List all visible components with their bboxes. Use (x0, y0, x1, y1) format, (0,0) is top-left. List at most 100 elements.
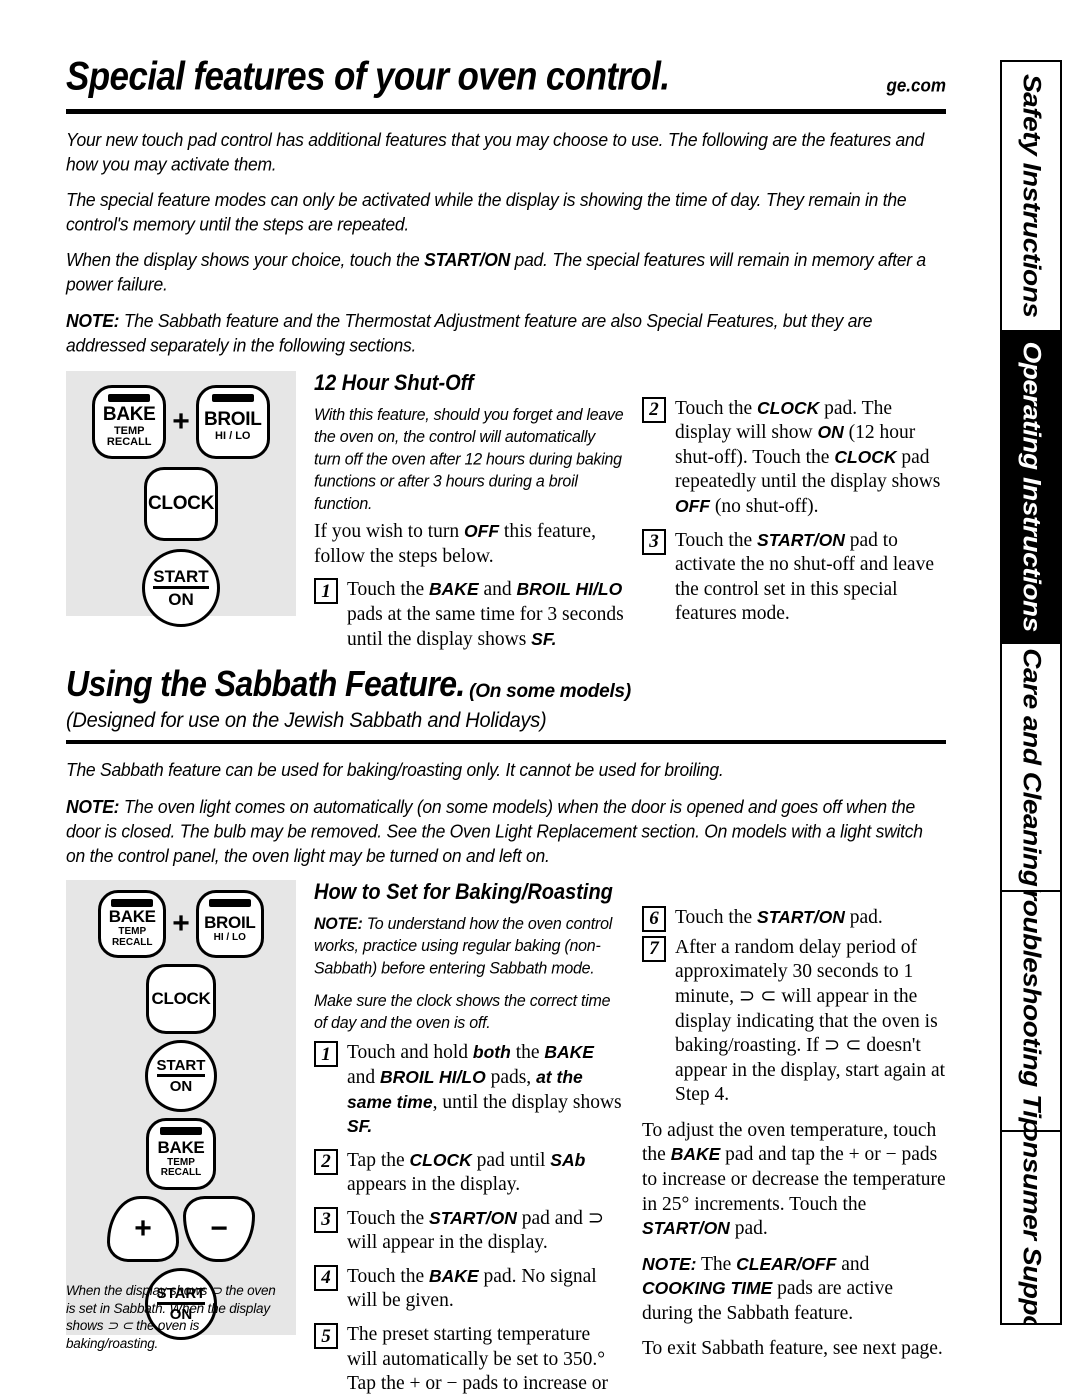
clock-key[interactable]: CLOCK (144, 466, 218, 541)
s6-t2: pad. (844, 906, 883, 928)
shutoff-right-column: 2 Touch the CLOCK pad. The display will … (642, 371, 947, 652)
adj-c: pad. (729, 1218, 768, 1240)
start-on-key[interactable]: START ON (142, 548, 220, 627)
start-on-key[interactable]: START ON (145, 1039, 217, 1112)
bake-key-label: BAKE (102, 403, 156, 425)
sidebar-tab-care-and-cleaning[interactable]: Care and Cleaning (1000, 642, 1062, 890)
plus-icon: + (134, 1211, 152, 1245)
broil-key-sublabel: HI / LO (215, 430, 251, 443)
sabbath-step-1: 1 Touch and hold both the BAKE and BROIL… (314, 1041, 624, 1139)
clock-key[interactable]: CLOCK (146, 963, 216, 1034)
broil-key-label: BROIL (204, 912, 256, 932)
s1-broil: BROIL HI/LO (380, 1066, 486, 1087)
start-key-label: START (153, 568, 209, 589)
bake-indicator-icon (111, 898, 154, 907)
sidebar-tab-troubleshooting-tips[interactable]: Troubleshooting Tips (1000, 890, 1062, 1130)
broil-key-label: BROIL (203, 409, 262, 431)
start-key-label: START (156, 1058, 206, 1077)
step2-off: OFF (675, 496, 710, 516)
sidebar-tab-label: Operating Instructions (1017, 341, 1046, 633)
sabbath-note-2: NOTE: The CLEAR/OFF and COOKING TIME pad… (642, 1253, 947, 1327)
s2-t0: Tap the (347, 1149, 410, 1171)
sabbath-step-5: 5 The preset starting temperature will a… (314, 1323, 624, 1397)
sidebar-tab-operating-instructions[interactable]: Operating Instructions (1000, 330, 1062, 642)
sabbath-header: Using the Sabbath Feature. (On some mode… (66, 663, 946, 733)
oven-control-panel-graphic-2: BAKE TEMP RECALL + BROIL HI / LO CLOCK S… (66, 879, 296, 1340)
panel2-row-bake-broil: BAKE TEMP RECALL + BROIL HI / LO (66, 889, 296, 958)
note-label: NOTE: (66, 309, 120, 331)
sabbath-display-footnote: When the display shows ⊃ the oven is set… (66, 1283, 276, 1351)
step2-on: ON (817, 422, 844, 443)
step-number: 3 (314, 1206, 338, 1233)
how-to-set-note: NOTE: To understand how the oven control… (314, 913, 624, 980)
s3-start: START/ON (429, 1207, 517, 1228)
panel2-row-clock: CLOCK (66, 963, 296, 1034)
step-text: Touch the START/ON pad and ⊃ will appear… (347, 1207, 624, 1256)
step-text: Tap the CLOCK pad until SAb appears in t… (347, 1149, 624, 1198)
sabbath-title-qualifier: (On some models) (469, 681, 631, 703)
step-text: Touch the CLOCK pad. The display will sh… (675, 397, 947, 520)
s4-bake: BAKE (429, 1265, 479, 1286)
shutoff-step-3: 3 Touch the START/ON pad to activate the… (642, 528, 947, 627)
s2-clock: CLOCK (409, 1149, 472, 1170)
step1-bake: BAKE (429, 579, 479, 600)
sabbath-step-2: 2 Tap the CLOCK pad until SAb appears in… (314, 1148, 624, 1198)
step-number: 5 (314, 1323, 338, 1350)
plus-separator-icon: + (172, 906, 190, 940)
bake-key[interactable]: BAKE TEMP RECALL (98, 889, 167, 958)
note2-cooking-time: COOKING TIME (642, 1278, 773, 1299)
panel2-row-bake: BAKE TEMP RECALL (66, 1117, 296, 1190)
page-title: Special features of your oven control. (66, 54, 670, 99)
sabbath-right-column: 6 Touch the START/ON pad. 7 After a rand… (642, 880, 947, 1397)
note2-label: NOTE: (642, 1253, 697, 1274)
step1-sf: SF. (531, 628, 557, 649)
step-number: 2 (314, 1148, 338, 1175)
panel1-row-clock: CLOCK (66, 466, 296, 541)
shutoff-lead-off: OFF (464, 521, 500, 542)
sidebar-tab-consumer-support[interactable]: Consumer Support (1000, 1130, 1062, 1325)
s2-sab: SAb (550, 1149, 586, 1170)
sabbath-title: Using the Sabbath Feature. (66, 662, 465, 704)
broil-key[interactable]: BROIL HI / LO (195, 889, 264, 958)
panel2-row-plus-minus: + − (66, 1195, 296, 1262)
intro-p3-a: When the display shows your choice, touc… (66, 249, 425, 271)
sabbath-step-3: 3 Touch the START/ON pad and ⊃ will appe… (314, 1206, 624, 1256)
shutoff-step-1: 1 Touch the BAKE and BROIL HI/LO pads at… (314, 578, 624, 652)
step1-t4: pads at the same time for 3 seconds unti… (347, 603, 624, 650)
intro-paragraph-1: Your new touch pad control has additiona… (66, 129, 925, 175)
s1-t0: Touch and hold (347, 1042, 473, 1064)
shutoff-section: BAKE TEMP RECALL + BROIL HI / LO CLOCK S… (66, 370, 947, 652)
s6-start: START/ON (757, 906, 845, 927)
step-number: 2 (642, 396, 666, 423)
bake-key-sublabel: TEMP RECALL (160, 1156, 202, 1179)
intro-paragraph-3: When the display shows your choice, touc… (66, 248, 946, 297)
bake-key[interactable]: BAKE TEMP RECALL (92, 384, 167, 459)
sabbath-subtitle: (Designed for use on the Jewish Sabbath … (66, 709, 547, 733)
intro-paragraph-2: The special feature modes can only be ac… (66, 189, 907, 235)
step-number: 7 (642, 935, 666, 962)
broil-key-sublabel: HI / LO (213, 931, 246, 943)
section-tab-rail: Safety Instructions Operating Instructio… (1000, 60, 1062, 1325)
shutoff-middle-column: 12 Hour Shut-Off With this feature, shou… (314, 371, 624, 652)
bake-key-sublabel: TEMP RECALL (106, 424, 152, 449)
decrease-temperature-key[interactable]: − (183, 1195, 255, 1262)
panel1-row-start: START ON (66, 548, 296, 627)
increase-temperature-key[interactable]: + (107, 1195, 179, 1262)
bake-key-2[interactable]: BAKE TEMP RECALL (146, 1117, 216, 1190)
sabbath-step-6: 6 Touch the START/ON pad. (642, 905, 947, 932)
note2-b: and (836, 1253, 870, 1275)
sabbath-middle-column: How to Set for Baking/Roasting NOTE: To … (314, 880, 624, 1397)
broil-key[interactable]: BROIL HI / LO (195, 384, 270, 459)
shutoff-lead: If you wish to turn OFF this feature, fo… (314, 520, 624, 569)
bake-indicator-icon (160, 1126, 202, 1135)
s1-both: both (472, 1042, 511, 1063)
sabbath-step-4: 4 Touch the BAKE pad. No signal will be … (314, 1264, 624, 1314)
note2-clear-off: CLEAR/OFF (736, 1253, 837, 1274)
step-number: 1 (314, 1041, 338, 1068)
shutoff-heading: 12 Hour Shut-Off (314, 370, 474, 396)
step3-start: START/ON (757, 529, 845, 550)
clock-correct-time-note: Make sure the clock shows the correct ti… (314, 992, 611, 1033)
s1-t4: and (347, 1066, 381, 1088)
sidebar-tab-safety-instructions[interactable]: Safety Instructions (1000, 60, 1062, 330)
sabbath-divider (66, 739, 946, 744)
